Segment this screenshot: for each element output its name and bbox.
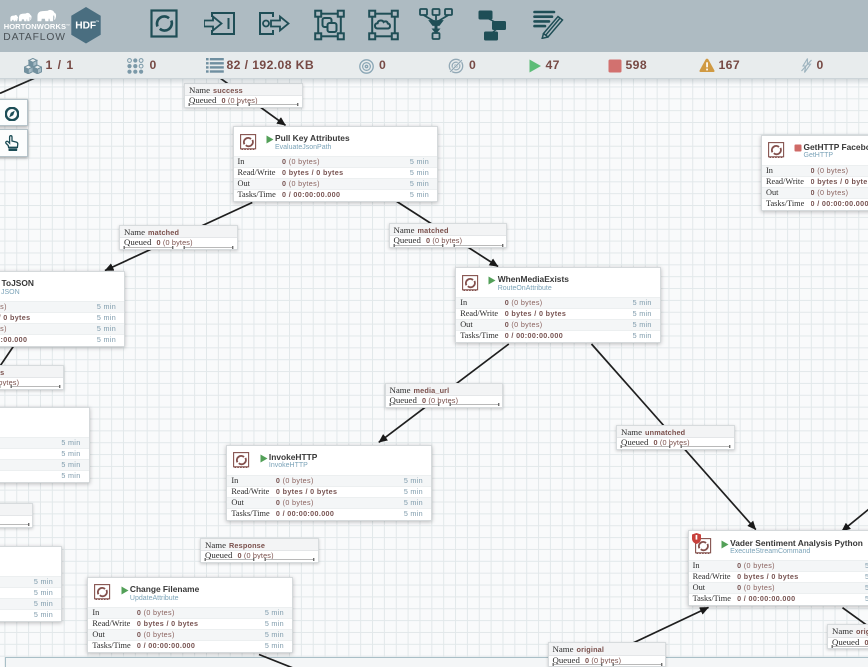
svg-text:HDF: HDF (75, 21, 96, 32)
svg-text:™: ™ (95, 20, 99, 24)
